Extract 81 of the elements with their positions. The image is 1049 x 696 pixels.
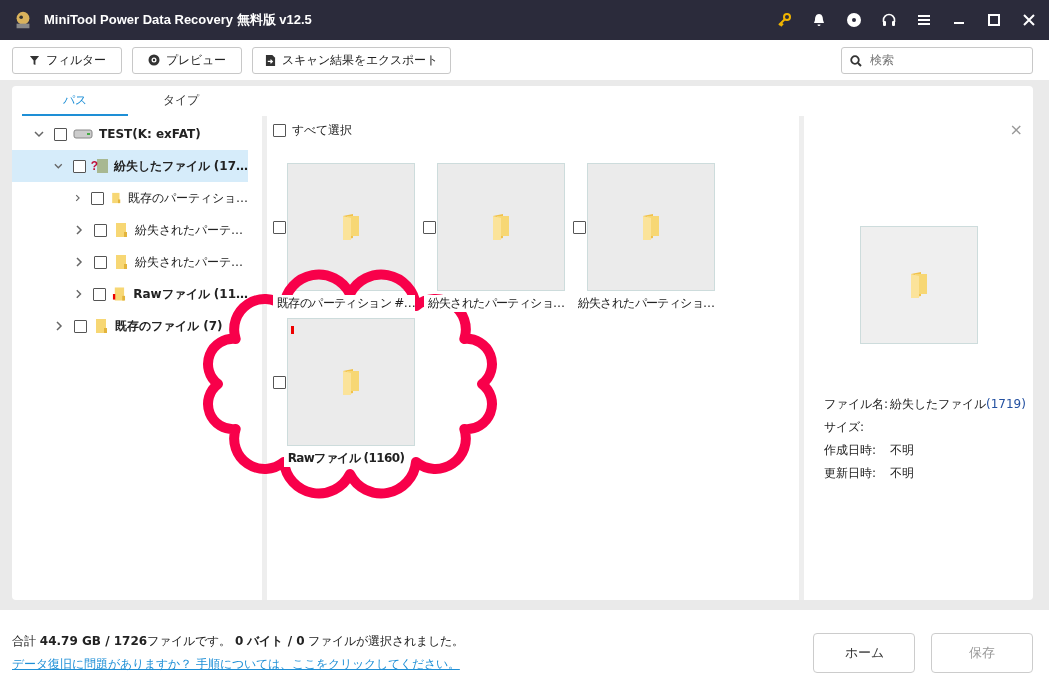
checkbox[interactable]: [74, 319, 87, 333]
file-thumbnail[interactable]: [287, 163, 415, 291]
filter-icon: [28, 54, 40, 66]
checkbox[interactable]: [573, 220, 586, 234]
footer-button[interactable]: ホーム: [813, 633, 915, 673]
window-title: MiniTool Power Data Recovery 無料版 v12.5: [44, 11, 312, 29]
checkbox[interactable]: [94, 223, 107, 237]
file-name: Rawファイル (1160): [283, 450, 405, 467]
folder-icon: [908, 272, 929, 298]
chevron-icon[interactable]: [34, 129, 44, 139]
tab[interactable]: パス: [22, 86, 128, 116]
chevron-icon[interactable]: [54, 321, 64, 331]
file-thumbnail[interactable]: [437, 163, 565, 291]
folder-icon: [491, 214, 511, 240]
chevron-icon[interactable]: [74, 289, 84, 299]
folder-icon: [113, 222, 129, 238]
folder-icon: [93, 318, 109, 334]
checkbox[interactable]: [94, 255, 107, 269]
checkbox[interactable]: [91, 191, 105, 205]
tree-item[interactable]: Rawファイル (11…: [12, 278, 248, 310]
status-summary: 合計 44.79 GB / 1726ファイルです。 0 バイト / 0 ファイルが選択されました。: [12, 633, 465, 650]
close-icon[interactable]: [1021, 12, 1037, 28]
menu-icon[interactable]: [916, 12, 932, 28]
info-label: 更新日時:: [824, 465, 878, 482]
info-value: 不明: [890, 465, 914, 482]
folder-icon: [110, 190, 122, 206]
tree-label: 既存のパーティショ…: [128, 189, 248, 207]
folder-icon: [341, 214, 361, 240]
file-name: 既存のパーティション #…: [272, 295, 416, 312]
export-icon: [265, 53, 276, 67]
info-value: 紛失したファイル(1719): [890, 396, 1026, 413]
toolbar-button[interactable]: フィルター: [12, 46, 122, 74]
file-thumbnail[interactable]: [587, 163, 715, 291]
file-name: 紛失されたパーティショ…: [423, 295, 565, 312]
tab[interactable]: タイプ: [128, 86, 234, 116]
toolbar-button[interactable]: スキャン結果をエクスポート: [252, 46, 451, 74]
checkbox[interactable]: [54, 127, 67, 141]
eye-icon: [148, 54, 160, 66]
headset-icon[interactable]: [881, 12, 897, 28]
tree-item[interactable]: ? 紛失したファイル (17…: [12, 150, 248, 182]
file-thumbnail[interactable]: [287, 318, 415, 446]
maximize-icon[interactable]: [986, 12, 1002, 28]
tree-item[interactable]: 既存のファイル (7): [12, 310, 248, 342]
toolbar-button[interactable]: プレビュー: [132, 46, 242, 74]
folder-icon: [113, 254, 129, 270]
drive-icon: [73, 128, 93, 140]
folder-icon: [641, 214, 661, 240]
chevron-icon[interactable]: [74, 257, 84, 267]
info-label: 作成日時:: [824, 442, 878, 459]
help-link[interactable]: データ復旧に問題がありますか？ 手順については、ここをクリックしてください。: [12, 656, 465, 673]
tree-label: 既存のファイル (7): [115, 317, 223, 335]
tree-item[interactable]: 既存のパーティショ…: [12, 182, 248, 214]
document-icon: [96, 158, 108, 174]
info-label: サイズ:: [824, 419, 866, 436]
checkbox[interactable]: [93, 287, 107, 301]
tree-item[interactable]: 紛失されたパーテ…: [12, 214, 248, 246]
chevron-icon[interactable]: [74, 193, 82, 203]
tree-item[interactable]: TEST(K: exFAT): [12, 118, 248, 150]
checkbox[interactable]: [273, 220, 286, 234]
search-field[interactable]: 検索: [841, 46, 1033, 74]
chevron-icon[interactable]: [54, 161, 63, 171]
key-icon[interactable]: [776, 12, 792, 28]
warning-icon: [291, 326, 294, 334]
question-mark: ?: [90, 159, 98, 173]
checkbox[interactable]: [423, 220, 436, 234]
folder-icon: [341, 369, 361, 395]
checkbox[interactable]: [273, 375, 286, 389]
bell-icon[interactable]: [811, 12, 827, 28]
tree-item[interactable]: 紛失されたパーテ…: [12, 246, 248, 278]
folder-icon: [112, 286, 128, 302]
info-value: 不明: [890, 442, 914, 459]
tree-label: TEST(K: exFAT): [99, 127, 201, 141]
tree-label: 紛失されたパーテ…: [135, 221, 243, 239]
disc-icon[interactable]: [846, 12, 862, 28]
select-all-checkbox[interactable]: すべて選択: [273, 122, 799, 139]
tree-label: 紛失したファイル (17…: [113, 157, 248, 175]
info-label: ファイル名:: [824, 396, 890, 413]
checkbox[interactable]: [72, 159, 86, 173]
tree-label: Rawファイル (11…: [133, 285, 248, 303]
chevron-icon[interactable]: [74, 225, 84, 235]
tree-label: 紛失されたパーテ…: [135, 253, 243, 271]
